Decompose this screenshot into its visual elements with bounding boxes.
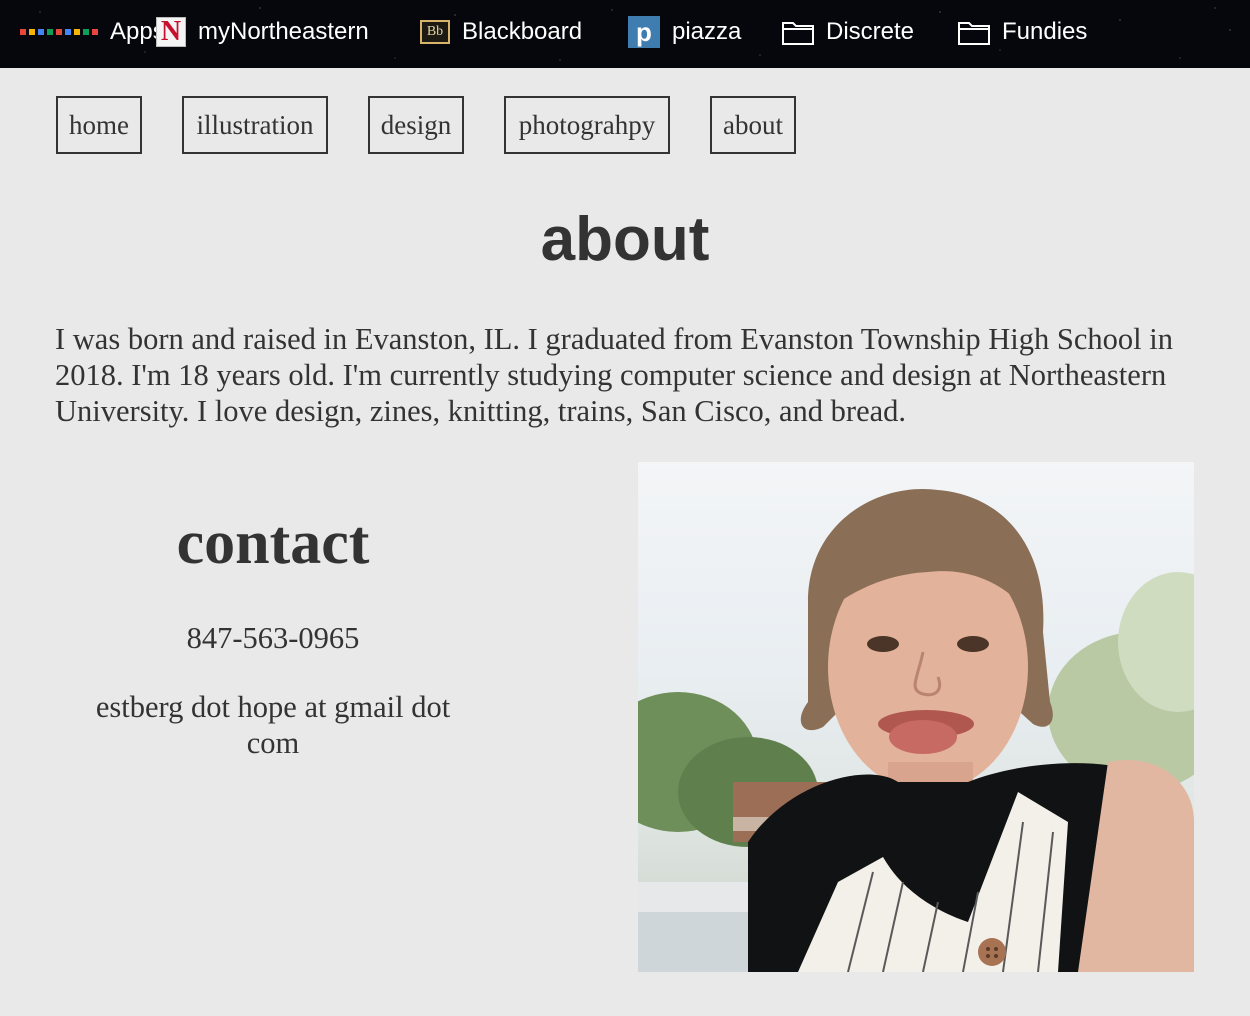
apps-grid-icon xyxy=(20,29,98,35)
piazza-p-icon: p xyxy=(628,16,660,48)
nav-home-button[interactable]: home xyxy=(56,96,142,154)
blackboard-bb-icon: Bb xyxy=(420,20,450,44)
bookmark-discrete[interactable]: Discrete xyxy=(782,14,914,50)
bookmark-label: Discrete xyxy=(826,18,915,45)
nav-about-button[interactable]: about xyxy=(710,96,796,154)
folder-icon xyxy=(782,19,814,45)
nav-photography-button[interactable]: photograhpy xyxy=(504,96,670,154)
bookmark-piazza[interactable]: p piazza xyxy=(628,14,741,50)
bookmarks-bar: Apps N myNortheastern Bb Blackboard p pi… xyxy=(0,0,1250,68)
bookmark-label: piazza xyxy=(672,18,742,45)
bookmark-label: Fundies xyxy=(1002,18,1088,45)
folder-icon xyxy=(958,19,990,45)
bookmark-label: myNortheastern xyxy=(198,18,369,45)
contact-phone: 847-563-0965 xyxy=(186,621,360,655)
portrait-photo xyxy=(638,462,1194,972)
nav-illustration-button[interactable]: illustration xyxy=(182,96,328,154)
contact-heading: contact xyxy=(176,509,370,577)
bookmark-mynortheastern[interactable]: N myNortheastern xyxy=(156,14,369,50)
northeastern-n-icon: N xyxy=(156,17,186,47)
bookmark-label: Blackboard xyxy=(462,18,583,45)
bio-paragraph: I was born and raised in Evanston, IL. I… xyxy=(55,322,1173,428)
nav-design-button[interactable]: design xyxy=(368,96,464,154)
bookmark-apps[interactable]: Apps xyxy=(20,14,165,50)
page-title: about xyxy=(540,205,710,274)
bookmark-blackboard[interactable]: Bb Blackboard xyxy=(420,14,582,50)
bookmark-fundies[interactable]: Fundies xyxy=(958,14,1087,50)
contact-email: estberg dot hope at gmail dot com xyxy=(95,690,451,760)
